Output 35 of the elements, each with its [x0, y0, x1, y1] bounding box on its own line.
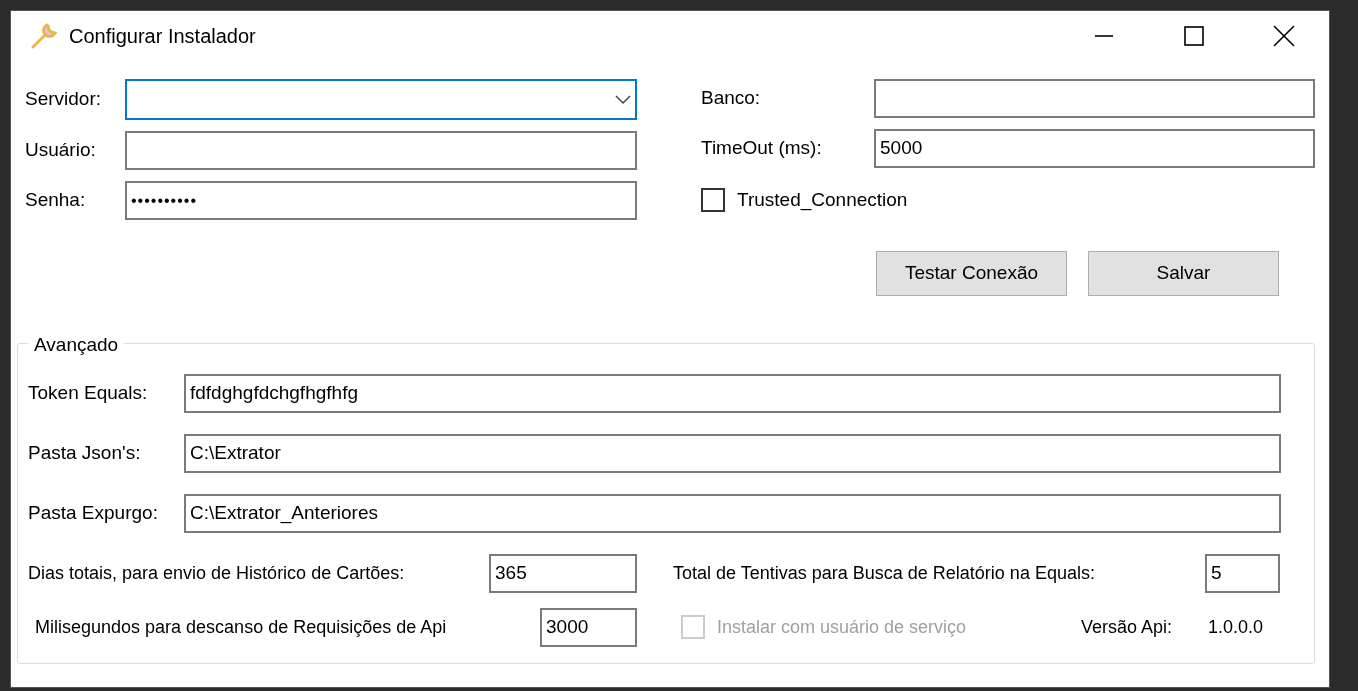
field-label: Senha:	[25, 188, 87, 213]
version-value: 1.0.0.0	[1208, 615, 1264, 639]
input-field[interactable]: C:\Extrator	[184, 433, 1281, 473]
field-label: Pasta Json's:	[28, 440, 142, 465]
input-field[interactable]	[125, 131, 637, 170]
field-label: Pasta Expurgo:	[28, 500, 159, 525]
field-label: Versão Api:	[1081, 615, 1174, 639]
checkbox[interactable]	[701, 188, 725, 213]
maximize-icon	[1184, 26, 1204, 46]
field-label: Milisegundos para descanso de Requisições de Api	[35, 615, 448, 639]
input-field[interactable]: 365	[489, 553, 637, 593]
input-field[interactable]: 5	[1205, 553, 1280, 593]
action-button[interactable]: Salvar	[1088, 250, 1279, 296]
action-button[interactable]: Testar Conexão	[876, 250, 1067, 296]
field-label: Servidor:	[25, 87, 103, 112]
field-label: Banco:	[701, 86, 762, 111]
field-label: Usuário:	[25, 138, 97, 163]
field-label: TimeOut (ms):	[701, 136, 823, 161]
input-field[interactable]: ••••••••••	[125, 181, 637, 220]
close-icon	[1273, 25, 1295, 47]
input-field[interactable]: 5000	[874, 129, 1315, 168]
field-label: Total de Tentivas para Busca de Relatório na Equals:	[673, 561, 1096, 585]
input-field[interactable]: fdfdghgfdchgfhgfhfg	[184, 373, 1281, 413]
chevron-down-icon	[615, 94, 631, 105]
input-field[interactable]: C:\Extrator_Anteriores	[184, 493, 1281, 533]
checkbox-label: Trusted_Connection	[737, 188, 908, 213]
window-title: Configurar Instalador	[69, 24, 256, 49]
input-field[interactable]	[874, 79, 1315, 118]
wrench-icon	[29, 21, 59, 51]
input-field[interactable]: 3000	[540, 607, 637, 647]
minimize-icon	[1094, 35, 1114, 37]
field-label: Token Equals:	[28, 380, 149, 405]
field-label: Dias totais, para envio de Histórico de Cartões:	[28, 561, 406, 585]
checkbox-label: Instalar com usuário de serviço	[717, 615, 967, 639]
server-dropdown[interactable]	[125, 79, 637, 120]
